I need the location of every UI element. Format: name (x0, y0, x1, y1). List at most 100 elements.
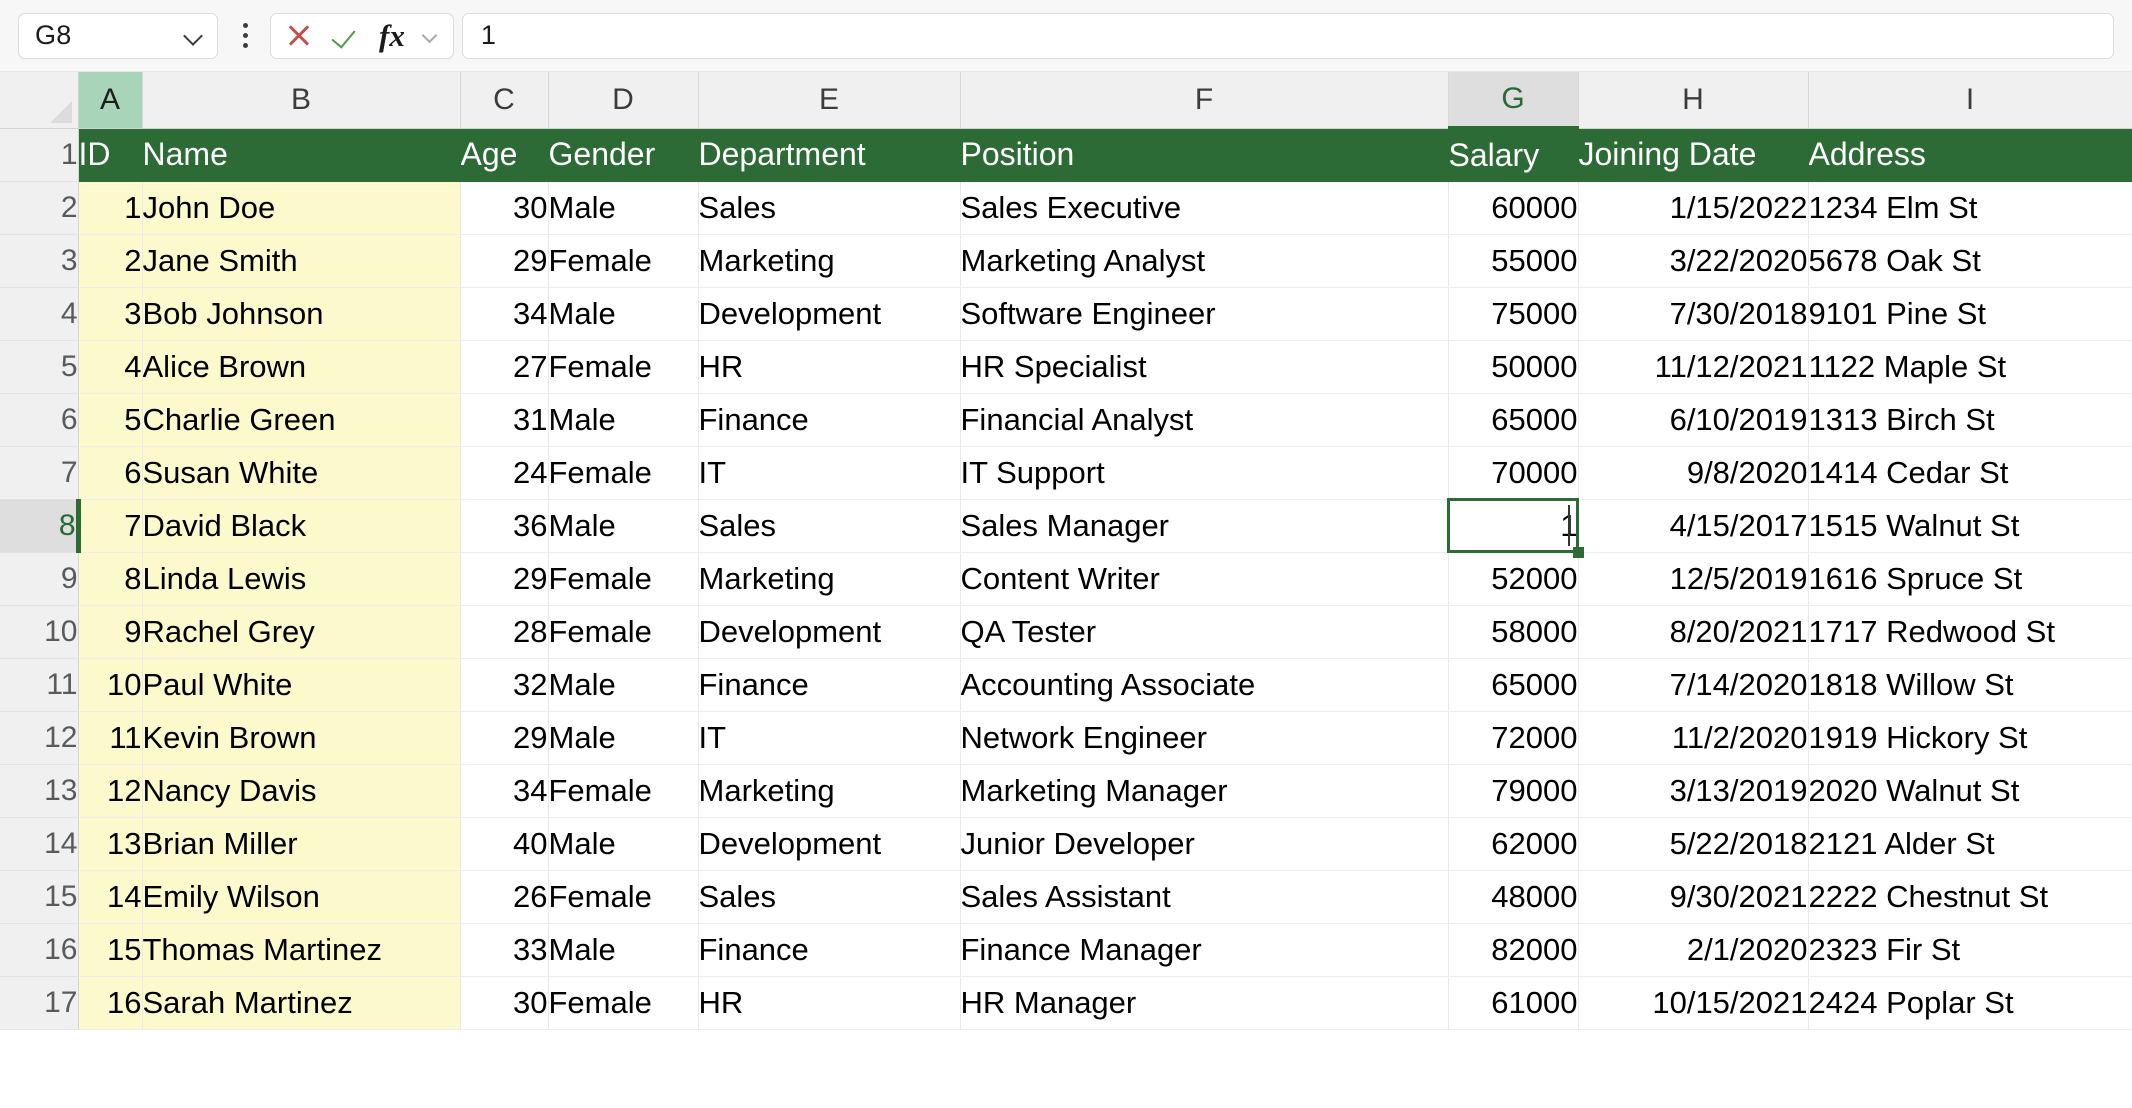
data-cell[interactable]: Finance (698, 658, 960, 711)
data-cell[interactable]: 26 (460, 870, 548, 923)
data-cell[interactable]: 34 (460, 287, 548, 340)
data-cell[interactable]: Female (548, 870, 698, 923)
data-cell[interactable]: 50000 (1448, 340, 1578, 393)
row-header-11[interactable]: 11 (0, 658, 78, 711)
row-header-17[interactable]: 17 (0, 976, 78, 1029)
row-header-3[interactable]: 3 (0, 234, 78, 287)
data-cell[interactable]: 27 (460, 340, 548, 393)
data-cell[interactable]: Finance (698, 923, 960, 976)
data-cell[interactable]: Junior Developer (960, 817, 1448, 870)
row-header-10[interactable]: 10 (0, 605, 78, 658)
column-header-A[interactable]: A (78, 72, 142, 128)
confirm-check-icon[interactable] (331, 20, 363, 52)
data-cell[interactable]: 1313 Birch St (1808, 393, 2132, 446)
data-cell[interactable]: 7/30/2018 (1578, 287, 1808, 340)
data-cell[interactable]: Sales Executive (960, 181, 1448, 234)
data-cell[interactable]: 28 (460, 605, 548, 658)
data-cell[interactable]: 75000 (1448, 287, 1578, 340)
data-cell[interactable]: 6/10/2019 (1578, 393, 1808, 446)
data-cell[interactable]: Female (548, 976, 698, 1029)
data-cell[interactable]: 12/5/2019 (1578, 552, 1808, 605)
data-cell[interactable]: Marketing Manager (960, 764, 1448, 817)
column-title-cell[interactable]: ID (78, 128, 142, 181)
cancel-x-icon[interactable] (283, 20, 315, 52)
data-cell[interactable]: 2 (78, 234, 142, 287)
data-cell[interactable]: 65000 (1448, 658, 1578, 711)
spreadsheet-grid[interactable]: A B C D E F G H I 1IDNameAgeGenderDepart… (0, 72, 2132, 1108)
column-header-D[interactable]: D (548, 72, 698, 128)
row-header-8[interactable]: 8 (0, 499, 78, 552)
column-title-cell[interactable]: Salary (1448, 128, 1578, 181)
data-cell[interactable]: 1717 Redwood St (1808, 605, 2132, 658)
data-cell[interactable]: 2424 Poplar St (1808, 976, 2132, 1029)
data-cell[interactable]: 3 (78, 287, 142, 340)
data-cell[interactable]: Marketing (698, 234, 960, 287)
data-cell[interactable]: 2222 Chestnut St (1808, 870, 2132, 923)
data-cell[interactable]: IT (698, 711, 960, 764)
data-cell[interactable]: 29 (460, 711, 548, 764)
data-cell[interactable]: Male (548, 923, 698, 976)
data-cell[interactable]: Rachel Grey (142, 605, 460, 658)
row-header-6[interactable]: 6 (0, 393, 78, 446)
column-header-F[interactable]: F (960, 72, 1448, 128)
column-title-cell[interactable]: Gender (548, 128, 698, 181)
name-box[interactable]: G8 (18, 13, 218, 59)
data-cell[interactable]: 60000 (1448, 181, 1578, 234)
data-cell[interactable]: Female (548, 446, 698, 499)
data-cell[interactable]: 9101 Pine St (1808, 287, 2132, 340)
data-cell[interactable]: 1234 Elm St (1808, 181, 2132, 234)
data-cell[interactable]: 24 (460, 446, 548, 499)
data-cell[interactable]: 10/15/2021 (1578, 976, 1808, 1029)
row-header-7[interactable]: 7 (0, 446, 78, 499)
data-cell[interactable]: Development (698, 605, 960, 658)
data-cell[interactable]: Female (548, 340, 698, 393)
data-cell[interactable]: 13 (78, 817, 142, 870)
column-title-cell[interactable]: Joining Date (1578, 128, 1808, 181)
data-cell[interactable]: HR (698, 340, 960, 393)
data-cell[interactable]: 4/15/2017 (1578, 499, 1808, 552)
data-cell[interactable]: 1122 Maple St (1808, 340, 2132, 393)
data-cell[interactable]: 36 (460, 499, 548, 552)
data-cell[interactable]: IT (698, 446, 960, 499)
data-cell[interactable]: Software Engineer (960, 287, 1448, 340)
data-cell[interactable]: 2323 Fir St (1808, 923, 2132, 976)
kebab-menu-icon[interactable] (228, 13, 262, 59)
data-cell[interactable]: Emily Wilson (142, 870, 460, 923)
column-header-G[interactable]: G (1448, 72, 1578, 128)
data-cell[interactable]: Sarah Martinez (142, 976, 460, 1029)
data-cell[interactable]: 9/8/2020 (1578, 446, 1808, 499)
data-cell[interactable]: 1515 Walnut St (1808, 499, 2132, 552)
column-header-C[interactable]: C (460, 72, 548, 128)
row-header-15[interactable]: 15 (0, 870, 78, 923)
data-cell[interactable]: 31 (460, 393, 548, 446)
row-header-9[interactable]: 9 (0, 552, 78, 605)
data-cell[interactable]: 9/30/2021 (1578, 870, 1808, 923)
data-cell[interactable]: 48000 (1448, 870, 1578, 923)
data-cell[interactable]: 1414 Cedar St (1808, 446, 2132, 499)
data-cell[interactable]: 61000 (1448, 976, 1578, 1029)
data-cell[interactable]: 16 (78, 976, 142, 1029)
data-cell[interactable]: Thomas Martinez (142, 923, 460, 976)
data-cell[interactable]: QA Tester (960, 605, 1448, 658)
data-cell[interactable]: 5/22/2018 (1578, 817, 1808, 870)
data-cell[interactable]: 9 (78, 605, 142, 658)
data-cell[interactable]: Development (698, 817, 960, 870)
row-header-16[interactable]: 16 (0, 923, 78, 976)
data-cell[interactable]: 34 (460, 764, 548, 817)
data-cell[interactable]: John Doe (142, 181, 460, 234)
column-header-I[interactable]: I (1808, 72, 2132, 128)
data-cell[interactable]: Finance (698, 393, 960, 446)
data-cell[interactable]: Bob Johnson (142, 287, 460, 340)
data-cell[interactable]: Male (548, 393, 698, 446)
data-cell[interactable]: Female (548, 764, 698, 817)
data-cell[interactable]: Female (548, 234, 698, 287)
data-cell[interactable]: Marketing (698, 764, 960, 817)
data-cell[interactable]: Sales Manager (960, 499, 1448, 552)
data-cell[interactable]: Sales (698, 181, 960, 234)
data-cell[interactable]: Nancy Davis (142, 764, 460, 817)
data-cell[interactable]: 14 (78, 870, 142, 923)
row-header-14[interactable]: 14 (0, 817, 78, 870)
data-cell[interactable]: 1818 Willow St (1808, 658, 2132, 711)
row-header-4[interactable]: 4 (0, 287, 78, 340)
data-cell[interactable]: 6 (78, 446, 142, 499)
